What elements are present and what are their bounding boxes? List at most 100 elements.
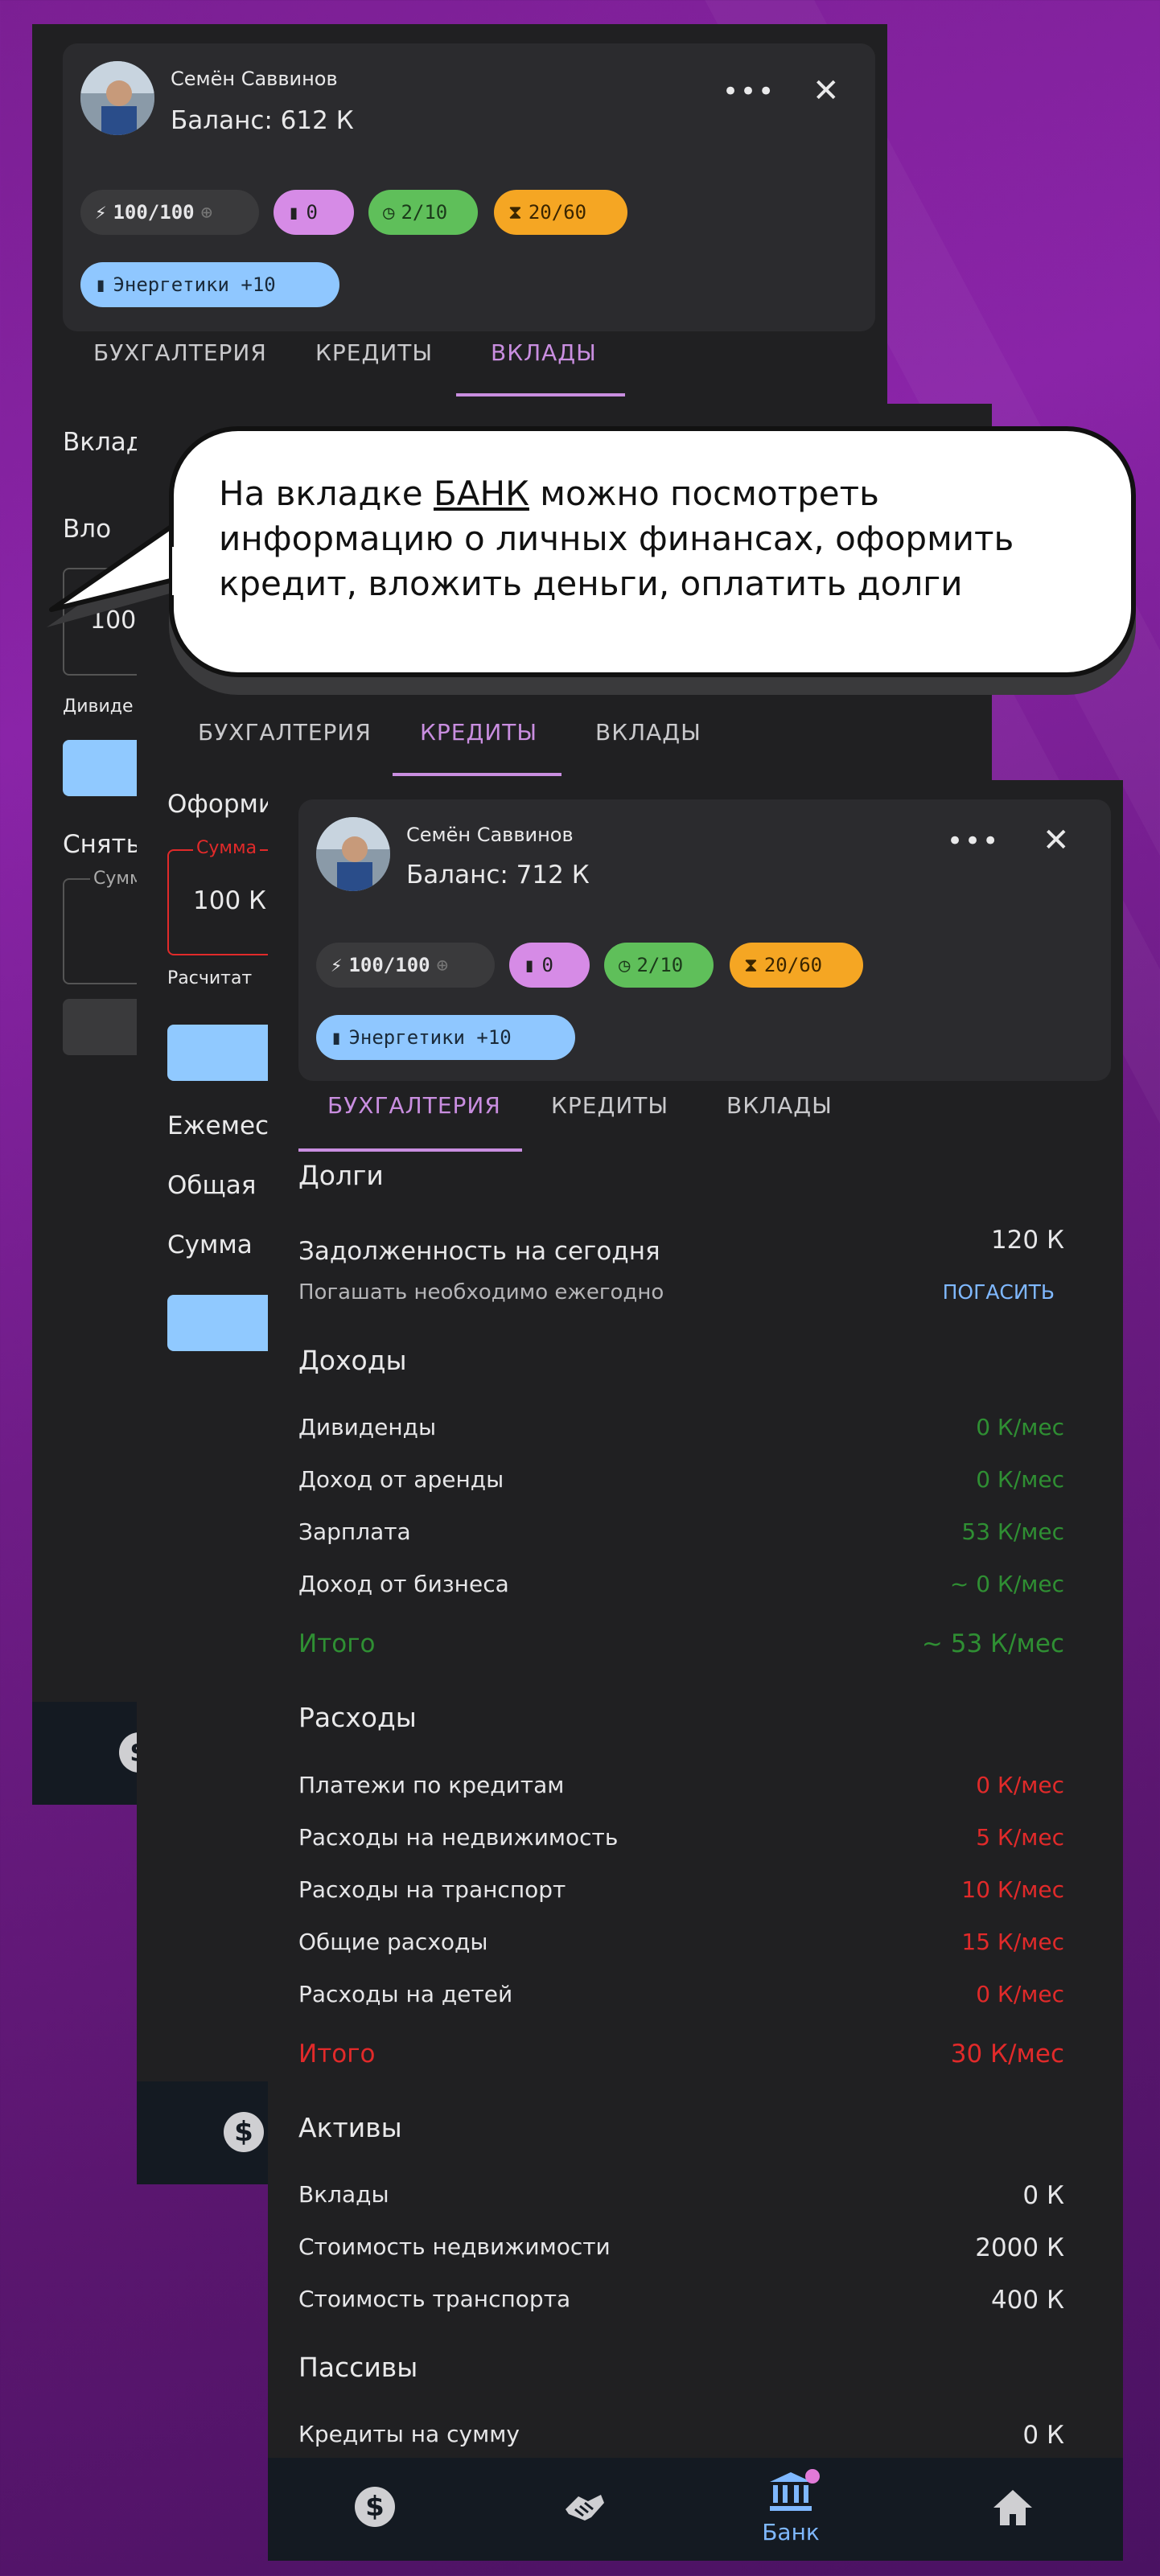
tab-deposits[interactable]: ВКЛАДЫ <box>491 339 597 366</box>
expenses-total-value: 30 К/мес <box>950 2040 1064 2069</box>
tab-accounting[interactable]: БУХГАЛТЕРИЯ <box>327 1092 501 1119</box>
battery-icon: ▮ <box>524 954 536 976</box>
callout-text: На вкладке БАНК можно посмотреть информа… <box>219 471 1014 606</box>
expense-row: Расходы на детей 0 К/мес <box>298 1981 1064 2013</box>
clock-chip: ◷ 2/10 <box>604 943 714 988</box>
expense-label: Платежи по кредитам <box>298 1772 565 1798</box>
drinks-chip: ▮ Энергетики +10 <box>316 1015 575 1060</box>
dollar-icon[interactable]: $ <box>224 2112 264 2152</box>
lightning-icon: ⚡ <box>95 201 107 224</box>
lightning-icon: ⚡ <box>331 954 343 976</box>
income-row: Дивиденды 0 К/мес <box>298 1414 1064 1446</box>
nav-home[interactable] <box>990 2487 1035 2532</box>
drinks-chip: ▮ Энергетики +10 <box>80 262 339 307</box>
asset-label: Стоимость транспорта <box>298 2286 571 2312</box>
expenses-total-row: Итого 30 К/мес <box>298 2040 1064 2072</box>
profile-name: Семён Саввинов <box>406 824 574 846</box>
expense-value: 0 К/мес <box>976 1772 1064 1798</box>
nav-bank[interactable]: Банк <box>759 2469 823 2549</box>
front-screen: Семён Саввинов Баланс: 712 К ••• ✕ ⚡ 100/… <box>268 780 1123 2561</box>
plus-icon[interactable]: ⊕ <box>437 954 448 976</box>
tab-credits[interactable]: КРЕДИТЫ <box>551 1092 668 1119</box>
nav-finance[interactable]: $ <box>355 2487 395 2527</box>
credit-title: Оформи <box>167 790 275 819</box>
battery-icon: ▮ <box>288 201 300 224</box>
bubble-tail-cover <box>172 547 196 595</box>
income-total-row: Итого ~ 53 К/мес <box>298 1629 1064 1662</box>
tab-accounting[interactable]: БУХГАЛТЕРИЯ <box>93 339 267 366</box>
expense-value: 0 К/мес <box>976 1981 1064 2007</box>
income-title: Доходы <box>298 1345 407 1376</box>
more-icon[interactable]: ••• <box>722 76 775 108</box>
expense-label: Расходы на недвижимость <box>298 1824 619 1851</box>
income-value: ~ 0 К/мес <box>949 1571 1064 1597</box>
expense-label: Общие расходы <box>298 1929 488 1955</box>
asset-row: Стоимость недвижимости 2000 К <box>298 2233 1064 2266</box>
income-label: Зарплата <box>298 1518 411 1545</box>
asset-value: 2000 К <box>975 2233 1064 2262</box>
expense-label: Расходы на детей <box>298 1981 513 2007</box>
liabilities-title: Пассивы <box>298 2352 418 2383</box>
liability-label: Кредиты на сумму <box>298 2421 520 2447</box>
tab-deposits[interactable]: ВКЛАДЫ <box>595 719 701 746</box>
bank-link: БАНК <box>433 474 529 513</box>
battery-chip: ▮ 0 <box>509 943 590 988</box>
clock-icon: ◷ <box>619 954 631 976</box>
tab-deposits[interactable]: ВКЛАДЫ <box>726 1092 833 1119</box>
more-icon[interactable]: ••• <box>947 825 1000 857</box>
income-row: Зарплата 53 К/мес <box>298 1518 1064 1551</box>
profile-card: Семён Саввинов Баланс: 712 К ••• ✕ ⚡ 100/… <box>298 799 1111 1081</box>
repay-button[interactable]: ПОГАСИТЬ <box>943 1280 1055 1304</box>
profile-name: Семён Саввинов <box>171 68 338 90</box>
tab-accounting[interactable]: БУХГАЛТЕРИЯ <box>198 719 372 746</box>
handshake-icon <box>566 2495 604 2521</box>
asset-label: Вклады <box>298 2181 389 2208</box>
income-label: Дивиденды <box>298 1414 437 1440</box>
plus-icon[interactable]: ⊕ <box>201 201 212 224</box>
expense-label: Расходы на транспорт <box>298 1876 566 1903</box>
asset-row: Вклады 0 К <box>298 2181 1064 2213</box>
income-value: 0 К/мес <box>976 1414 1064 1440</box>
expense-value: 10 К/мес <box>961 1876 1064 1903</box>
tab-credits[interactable]: КРЕДИТЫ <box>315 339 433 366</box>
tab-credits[interactable]: КРЕДИТЫ <box>420 719 537 746</box>
hourglass-chip: ⧗ 20/60 <box>494 190 627 235</box>
dividends-label: Дивиде <box>63 696 134 717</box>
income-row: Доход от аренды 0 К/мес <box>298 1466 1064 1498</box>
callout-line-1: На вкладке БАНК можно посмотреть <box>219 474 879 513</box>
active-tab-underline <box>298 1148 522 1152</box>
total-label: Общая <box>167 1171 257 1200</box>
nav-deals[interactable] <box>561 2485 606 2530</box>
monthly-label: Ежемес <box>167 1111 269 1140</box>
liability-row: Кредиты на сумму 0 К <box>298 2421 1064 2453</box>
battery-chip: ▮ 0 <box>274 190 354 235</box>
avatar <box>316 817 390 891</box>
hourglass-icon: ⧗ <box>744 954 758 976</box>
active-tab-underline <box>393 773 561 776</box>
income-label: Доход от бизнеса <box>298 1571 509 1597</box>
asset-label: Стоимость недвижимости <box>298 2233 611 2260</box>
expense-row: Общие расходы 15 К/мес <box>298 1929 1064 1961</box>
income-value: 53 К/мес <box>961 1518 1064 1545</box>
credit-amount-value: 100 К <box>193 886 267 915</box>
debt-today-label: Задолженность на сегодня <box>298 1237 660 1266</box>
debt-today-value: 120 К <box>990 1226 1064 1255</box>
income-label: Доход от аренды <box>298 1466 504 1493</box>
energy-chip[interactable]: ⚡ 100/100 ⊕ <box>316 943 495 988</box>
nav-bank-label: Банк <box>762 2519 820 2545</box>
debt-note: Погашать необходимо ежегодно <box>298 1280 664 1304</box>
expense-row: Расходы на транспорт 10 К/мес <box>298 1876 1064 1908</box>
energy-chip[interactable]: ⚡ 100/100 ⊕ <box>80 190 259 235</box>
credit-amount-label: Сумма <box>193 838 261 858</box>
accounting-content: Долги Задолженность на сегодня 120 К Пог… <box>298 1158 1064 2450</box>
expense-row: Расходы на недвижимость 5 К/мес <box>298 1824 1064 1856</box>
profile-balance: Баланс: 712 К <box>406 861 590 889</box>
energy-drink-icon: ▮ <box>331 1026 343 1049</box>
income-value: 0 К/мес <box>976 1466 1064 1493</box>
income-total-value: ~ 53 К/мес <box>921 1629 1064 1658</box>
close-icon[interactable]: ✕ <box>812 72 840 109</box>
dollar-icon: $ <box>365 2491 385 2523</box>
income-row: Доход от бизнеса ~ 0 К/мес <box>298 1571 1064 1603</box>
close-icon[interactable]: ✕ <box>1043 822 1070 859</box>
asset-value: 400 К <box>990 2286 1064 2315</box>
